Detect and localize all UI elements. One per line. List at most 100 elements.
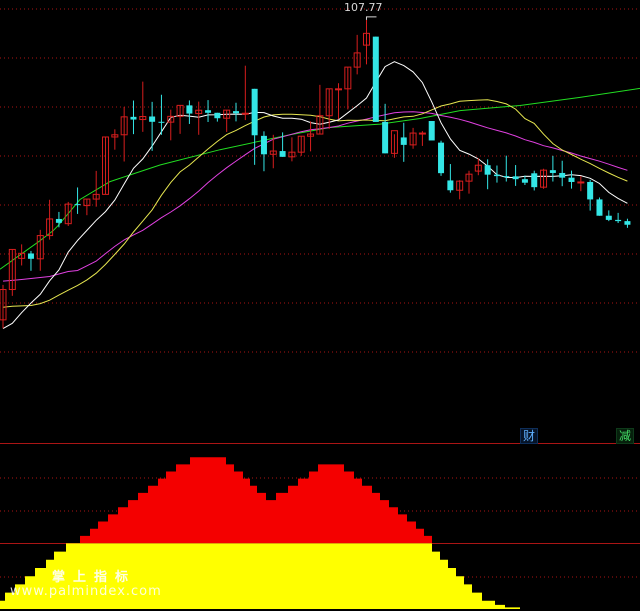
watermark-url: www.palmindex.com [10, 584, 162, 599]
candlesticks [0, 19, 631, 329]
candle [615, 212, 622, 224]
candle [409, 127, 417, 149]
candle-body-down [205, 110, 212, 113]
peak-price-label: 107.77 [344, 1, 383, 14]
candle-body-down [372, 36, 379, 122]
candle [176, 104, 184, 134]
candle [577, 175, 585, 192]
candle-body-down [55, 218, 62, 223]
candle [540, 168, 548, 189]
candle-body-down [484, 165, 491, 175]
candle [167, 109, 175, 141]
candle [559, 160, 566, 187]
candle-body-down [428, 121, 435, 141]
candle [382, 103, 389, 154]
candle [484, 159, 491, 190]
candle [74, 187, 81, 214]
candle [605, 210, 612, 222]
candle [353, 34, 361, 75]
candle-body-up [418, 132, 426, 135]
candle-body-down [596, 199, 603, 216]
candle-body-down [447, 180, 454, 191]
candle-body-down [605, 215, 612, 220]
candle [456, 180, 464, 200]
candle-body-down [214, 112, 221, 119]
candle [64, 201, 72, 226]
candle-body-up [335, 88, 343, 91]
candle-body-down [549, 170, 556, 173]
candle-body-down [521, 179, 528, 183]
candle [251, 88, 258, 165]
candle [27, 250, 34, 271]
candle-body-down [400, 137, 407, 145]
peak-arrow [365, 16, 377, 20]
candle-body-up [241, 112, 249, 115]
candle-body-down [158, 121, 165, 123]
candle [549, 155, 556, 182]
candle [531, 170, 538, 191]
candle-body-down [568, 177, 575, 182]
candle [288, 137, 296, 162]
candle [493, 165, 500, 183]
candle [624, 218, 631, 228]
candle [344, 66, 352, 110]
candle [316, 84, 324, 135]
candle-body-down [493, 174, 500, 177]
watermark-chinese: 掌上指标 [52, 570, 137, 585]
signal-badge-cai: 财 [520, 428, 539, 444]
candle [214, 112, 221, 122]
candle-body-down [149, 116, 156, 122]
candle-body-down [130, 116, 137, 120]
signal-badge-jian: 减 [616, 428, 635, 444]
candle [438, 140, 445, 176]
candle [83, 198, 91, 216]
candle-body-down [559, 172, 566, 178]
candle [241, 65, 249, 121]
candle [335, 83, 343, 120]
candle [512, 165, 519, 186]
candle-body-down [512, 176, 519, 180]
candle-body-down [233, 111, 239, 114]
candle [130, 100, 137, 135]
candle [186, 100, 193, 124]
candle-body-down [438, 142, 445, 174]
candle [46, 199, 54, 240]
candle-body-down [27, 253, 34, 259]
candle-body-down [587, 181, 594, 200]
candle-body-down [615, 219, 622, 222]
candle-body-down [503, 176, 510, 178]
candle-body-down [251, 88, 258, 136]
candle [111, 129, 119, 150]
candle [233, 102, 239, 122]
candle [223, 109, 231, 132]
candle-body-down [624, 221, 631, 225]
candle [390, 130, 398, 158]
candle [260, 131, 267, 172]
candle [307, 121, 315, 152]
candle [372, 36, 379, 122]
candle [55, 211, 62, 228]
candle-body-down [279, 151, 286, 157]
candle-body-down [260, 135, 267, 155]
candle [400, 122, 407, 162]
candle [297, 135, 305, 156]
red-area-series [0, 457, 432, 543]
chart-canvas [0, 8, 640, 609]
candle [465, 170, 473, 194]
candle-body-down [531, 173, 538, 188]
candle [205, 100, 212, 122]
candle [596, 197, 603, 216]
candle [8, 248, 16, 296]
candle-body-down [382, 121, 389, 154]
candle [428, 121, 435, 141]
candle [36, 229, 44, 271]
candle [568, 170, 575, 189]
candle [447, 164, 454, 193]
candle [418, 131, 426, 146]
peak-marker [365, 16, 377, 20]
candle-body-down [74, 204, 81, 206]
candle [120, 106, 128, 162]
candle-body-up [577, 181, 585, 184]
candle-body-down [186, 105, 193, 114]
candle [587, 179, 594, 211]
